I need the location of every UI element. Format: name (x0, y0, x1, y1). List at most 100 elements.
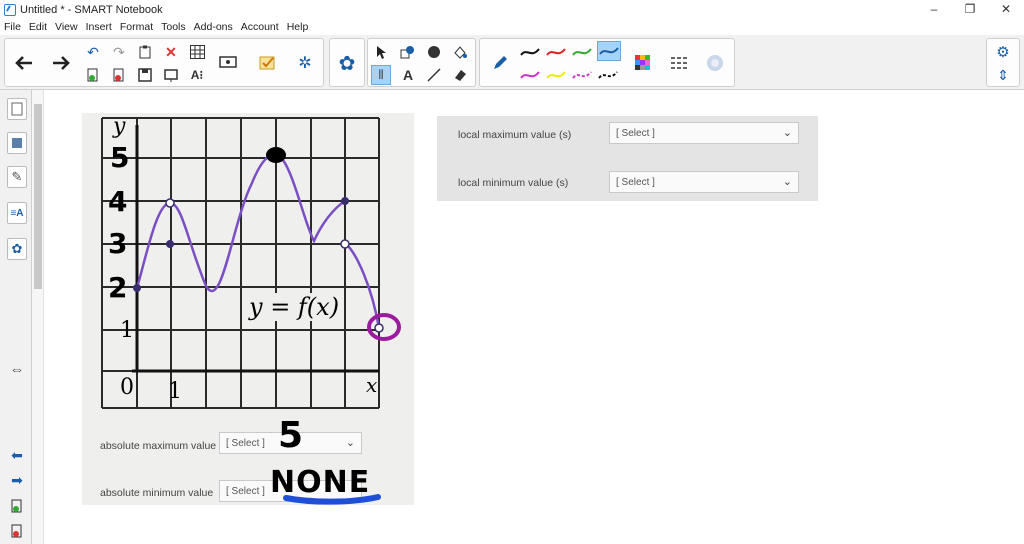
toolbar-group-gallery: ✿ (329, 38, 365, 87)
handwritten-y-3: 3 (108, 227, 128, 260)
max-point-marker (266, 147, 286, 163)
menu-edit[interactable]: Edit (25, 21, 51, 33)
abs-max-label: absolute maximum value (100, 440, 217, 452)
previous-page-icon[interactable]: ⬅ (7, 444, 27, 466)
x-tick-1: 1 (168, 379, 182, 404)
menu-insert[interactable]: Insert (82, 21, 116, 33)
chevron-down-icon: ⌄ (782, 127, 792, 139)
abs-min-label: absolute minimum value (100, 487, 214, 499)
select-arrow-icon[interactable] (372, 42, 392, 62)
handwritten-y-4: 4 (108, 185, 128, 218)
pen-blue-icon[interactable] (597, 41, 621, 61)
properties-icon[interactable]: ≡A (7, 202, 27, 224)
restore-button[interactable]: ❐ (952, 0, 988, 19)
gallery-puzzle-icon[interactable]: ✿ (331, 43, 363, 83)
menu-view[interactable]: View (51, 21, 82, 33)
delete-page-icon[interactable] (109, 65, 129, 85)
addons-bug-icon[interactable]: ✲ (295, 53, 315, 73)
menu-account[interactable]: Account (237, 21, 283, 33)
x-axis-label: x (366, 373, 378, 397)
forward-arrow-icon[interactable] (45, 43, 77, 83)
menu-format[interactable]: Format (116, 21, 157, 33)
pen-icon[interactable] (484, 43, 516, 83)
pen-dashed-black-icon[interactable] (598, 65, 618, 85)
title-bar: Untitled * - SMART Notebook – ❐ ✕ (0, 0, 1024, 19)
settings-gear-icon[interactable]: ⚙ (993, 42, 1013, 62)
fill-icon[interactable] (450, 42, 470, 62)
point-filled (133, 284, 141, 292)
pen-magenta-icon[interactable] (520, 65, 540, 85)
page-sorter-icon[interactable] (7, 98, 27, 120)
toolbar-group-tools: ⫼ A (367, 38, 476, 87)
local-min-select-value: [ Select ] (616, 176, 655, 188)
eraser-shape-icon[interactable] (424, 42, 444, 62)
gallery-icon[interactable] (7, 132, 27, 154)
local-max-select[interactable]: [ Select ] ⌄ (609, 122, 799, 144)
point-filled (341, 197, 349, 205)
lesson-activity-icon[interactable] (258, 53, 278, 73)
toolbar-group-settings: ⚙ ⇕ (986, 38, 1020, 87)
scrollbar-thumb[interactable] (34, 104, 42, 289)
screen-shade-icon[interactable] (161, 65, 181, 85)
menu-addons[interactable]: Add-ons (190, 21, 237, 33)
back-arrow-icon[interactable] (8, 43, 40, 83)
menu-bar: File Edit View Insert Format Tools Add-o… (0, 19, 1024, 35)
delete-icon[interactable]: ✕ (161, 42, 181, 62)
undo-icon[interactable]: ↶ (83, 42, 103, 62)
shapes-icon[interactable] (398, 42, 418, 62)
table-icon[interactable] (187, 42, 207, 62)
abs-max-select-value: [ Select ] (226, 437, 265, 449)
origin-label: 0 (120, 375, 134, 400)
local-min-select[interactable]: [ Select ] ⌄ (609, 171, 799, 193)
y-axis-label: y (113, 114, 126, 139)
pen-dashed-magenta-icon[interactable] (572, 65, 592, 85)
add-page-sidebar-icon[interactable] (7, 495, 27, 517)
fill-effects-icon[interactable] (699, 43, 731, 83)
handwritten-y-2: 2 (108, 271, 128, 304)
save-icon[interactable] (135, 65, 155, 85)
chevron-down-icon: ⌄ (345, 437, 355, 449)
main-toolbar: ↶ ↷ ✕ A⁝ ✲ ✿ ⫼ A ⚙ ⇕ (0, 35, 1024, 90)
local-extrema-panel[interactable]: local maximum value (s) [ Select ] ⌄ loc… (437, 116, 818, 201)
sidebar-scrollbar[interactable] (32, 90, 44, 544)
chevron-down-icon: ⌄ (782, 176, 792, 188)
smart-notebook-icon (4, 3, 16, 16)
attachments-paperclip-icon[interactable]: ✎ (7, 166, 27, 188)
toolbar-group-pens (479, 38, 735, 87)
side-tabs: ✎ ≡A ✿ ⇔ ⬅ ➡ (0, 90, 32, 544)
local-min-label: local minimum value (s) (458, 177, 569, 189)
window-controls: – ❐ ✕ (916, 0, 1024, 19)
close-button[interactable]: ✕ (988, 0, 1024, 19)
blue-underline (283, 494, 381, 505)
pen-black-icon[interactable] (520, 42, 540, 62)
text-tool-icon[interactable]: A (398, 65, 418, 85)
eraser-icon[interactable] (450, 65, 470, 85)
menu-help[interactable]: Help (283, 21, 313, 33)
menu-file[interactable]: File (0, 21, 25, 33)
delete-page-sidebar-icon[interactable] (7, 520, 27, 542)
pen-yellow-icon[interactable] (546, 65, 566, 85)
window-title: Untitled * - SMART Notebook (20, 3, 163, 16)
addons-puzzle-icon[interactable]: ✿ (7, 238, 27, 260)
next-page-icon[interactable]: ➡ (7, 469, 27, 491)
toolbar-move-icon[interactable]: ⇕ (993, 65, 1013, 85)
document-camera-icon[interactable] (218, 53, 238, 73)
redo-icon[interactable]: ↷ (109, 42, 129, 62)
menu-tools[interactable]: Tools (157, 21, 190, 33)
dock-side-icon[interactable]: ⇔ (7, 358, 27, 380)
point-open (340, 239, 350, 249)
point-open (374, 323, 384, 333)
color-palette-icon[interactable] (627, 43, 659, 83)
line-style-icon[interactable] (663, 43, 695, 83)
point-filled (166, 240, 174, 248)
minimize-button[interactable]: – (916, 0, 952, 19)
line-tool-icon[interactable] (424, 65, 444, 85)
add-page-icon[interactable] (83, 65, 103, 85)
text-recognition-icon[interactable]: A⁝ (187, 65, 207, 85)
paste-icon[interactable] (135, 42, 155, 62)
pen-red-icon[interactable] (546, 42, 566, 62)
graph-photo[interactable]: y x 0 1 1 y = f(x) 5 4 3 2 absolute maxi… (82, 113, 414, 505)
pen-green-icon[interactable] (572, 42, 592, 62)
annotation-circle (367, 313, 401, 341)
measurement-tools-icon[interactable]: ⫼ (371, 65, 391, 85)
